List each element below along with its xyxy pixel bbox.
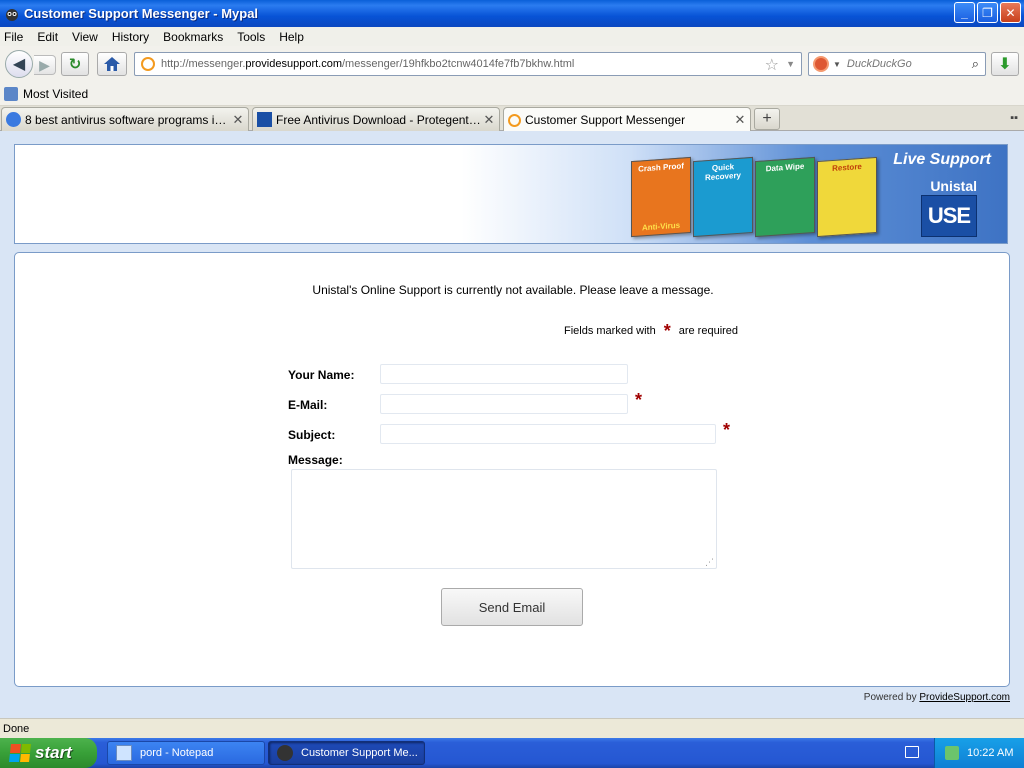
resize-grip-icon[interactable]: ⋰ [705,557,714,568]
site-favicon-icon [141,57,155,71]
message-label: Message: [288,453,343,467]
back-arrow-icon: ◀ [12,56,26,73]
product-box-crash-proof: Crash Proof Anti-Virus [631,156,691,238]
required-fields-note: Fields marked with * are required [564,320,739,341]
home-button[interactable] [97,52,127,76]
most-visited-icon [4,86,18,101]
search-input[interactable] [846,58,962,70]
window-titlebar: Customer Support Messenger - Mypal _ ❐ ✕ [0,0,1024,27]
taskbar-item-messenger[interactable]: Customer Support Me... [268,741,425,765]
provide-support-favicon-icon [508,113,521,127]
minimize-button[interactable]: _ [954,2,975,23]
subject-label: Subject: [288,428,336,442]
address-url: http://messenger.providesupport.com/mess… [161,58,575,70]
close-button[interactable]: ✕ [1000,2,1021,23]
menu-history[interactable]: History [112,30,149,44]
download-arrow-icon: ⬇ [998,56,1012,73]
tab-label: Free Antivirus Download - Protegent Anti… [276,112,482,127]
back-button[interactable]: ◀ [5,50,33,78]
forward-arrow-icon: ▶ [39,56,50,73]
tab-strip: 8 best antivirus software programs in Au… [0,106,1024,132]
keyboard-icon[interactable] [905,746,919,758]
menu-view[interactable]: View [72,30,98,44]
email-label: E-Mail: [288,398,328,412]
duckduckgo-icon[interactable] [813,56,829,72]
status-bar: Done [0,718,1024,738]
unistal-favicon-icon [257,112,272,127]
start-label: start [35,743,72,762]
bookmarks-toolbar: Most Visited [0,82,1024,106]
send-email-button[interactable]: Send Email [441,588,583,626]
menu-help[interactable]: Help [279,30,304,44]
forward-button[interactable]: ▶ [34,55,56,75]
url-dropdown-icon[interactable]: ▼ [786,59,795,69]
downloads-button[interactable]: ⬇ [991,52,1019,76]
tab-close-icon[interactable]: ✕ [733,112,747,128]
maximize-button[interactable]: ❐ [977,2,998,23]
menu-bar: File Edit View History Bookmarks Tools H… [0,27,1024,46]
reload-icon: ↻ [68,56,82,73]
new-tab-button[interactable]: + [754,108,780,130]
email-required-star: * [635,390,643,410]
notepad-icon [116,745,132,761]
home-icon [104,57,120,71]
start-button[interactable]: start [0,738,97,768]
live-support-heading: Live Support [893,151,991,168]
navigation-toolbar: ◀ ▶ ↻ http://messenger.providesupport.co… [0,46,1024,82]
tab-free-antivirus[interactable]: Free Antivirus Download - Protegent Anti… [252,107,500,131]
name-field[interactable] [380,364,628,384]
tab-label: 8 best antivirus software programs in Au… [25,112,231,127]
window-controls: _ ❐ ✕ [954,2,1021,23]
mypal-taskbar-icon [277,745,293,761]
system-tray: 10:22 AM [934,738,1024,768]
network-icon[interactable] [945,746,959,760]
reload-button[interactable]: ↻ [61,52,89,76]
email-field[interactable] [380,394,628,414]
clock[interactable]: 10:22 AM [967,747,1013,759]
product-box-quick-recovery: Quick Recovery [693,156,753,238]
message-textarea[interactable] [291,469,717,569]
list-all-tabs-icon[interactable]: ▪▪ [1010,112,1018,124]
tab-customer-support-messenger[interactable]: Customer Support Messenger ✕ [503,107,751,132]
provide-support-link[interactable]: ProvideSupport.com [919,692,1010,703]
bookmark-star-icon[interactable]: ☆ [765,55,779,75]
window-title: Customer Support Messenger - Mypal [24,6,259,21]
unistal-logo: USE [921,195,977,237]
search-engine-dropdown-icon[interactable]: ▼ [833,60,841,69]
subject-field[interactable] [380,424,716,444]
menu-file[interactable]: File [4,30,23,44]
product-box-data-wipe: Data Wipe [755,156,815,238]
taskbar: start pord - Notepad Customer Support Me… [0,738,1024,768]
menu-bookmarks[interactable]: Bookmarks [163,30,223,44]
menu-edit[interactable]: Edit [37,30,58,44]
tab-close-icon[interactable]: ✕ [482,112,496,128]
bookmark-most-visited[interactable]: Most Visited [23,87,88,101]
header-banner: Crash Proof Anti-Virus Quick Recovery Da… [14,144,1008,244]
product-box-restore: Restore [817,156,877,238]
menu-tools[interactable]: Tools [237,30,265,44]
page-content: Crash Proof Anti-Virus Quick Recovery Da… [0,131,1024,718]
status-text: Done [3,722,30,735]
windows-flag-icon [9,744,31,762]
search-icon[interactable]: ⌕ [972,56,979,72]
plus-icon: + [762,110,772,127]
name-label: Your Name: [288,368,355,382]
address-bar[interactable]: http://messenger.providesupport.com/mess… [134,52,802,76]
unistal-brand: Unistal [930,178,977,194]
tab-antivirus-programs[interactable]: 8 best antivirus software programs in Au… [1,107,249,131]
mypal-app-icon [6,8,18,21]
message-form-panel: Unistal's Online Support is currently no… [14,252,1010,687]
powered-by-footer: Powered by ProvideSupport.com [863,692,1010,703]
search-favicon-icon [6,112,21,127]
required-star-icon: * [663,320,671,341]
offline-notice: Unistal's Online Support is currently no… [312,283,714,297]
taskbar-item-notepad[interactable]: pord - Notepad [107,741,265,765]
search-bar[interactable]: ▼ ⌕ [808,52,986,76]
subject-required-star: * [723,420,731,440]
tab-close-icon[interactable]: ✕ [231,112,245,128]
tab-label: Customer Support Messenger [525,113,686,127]
